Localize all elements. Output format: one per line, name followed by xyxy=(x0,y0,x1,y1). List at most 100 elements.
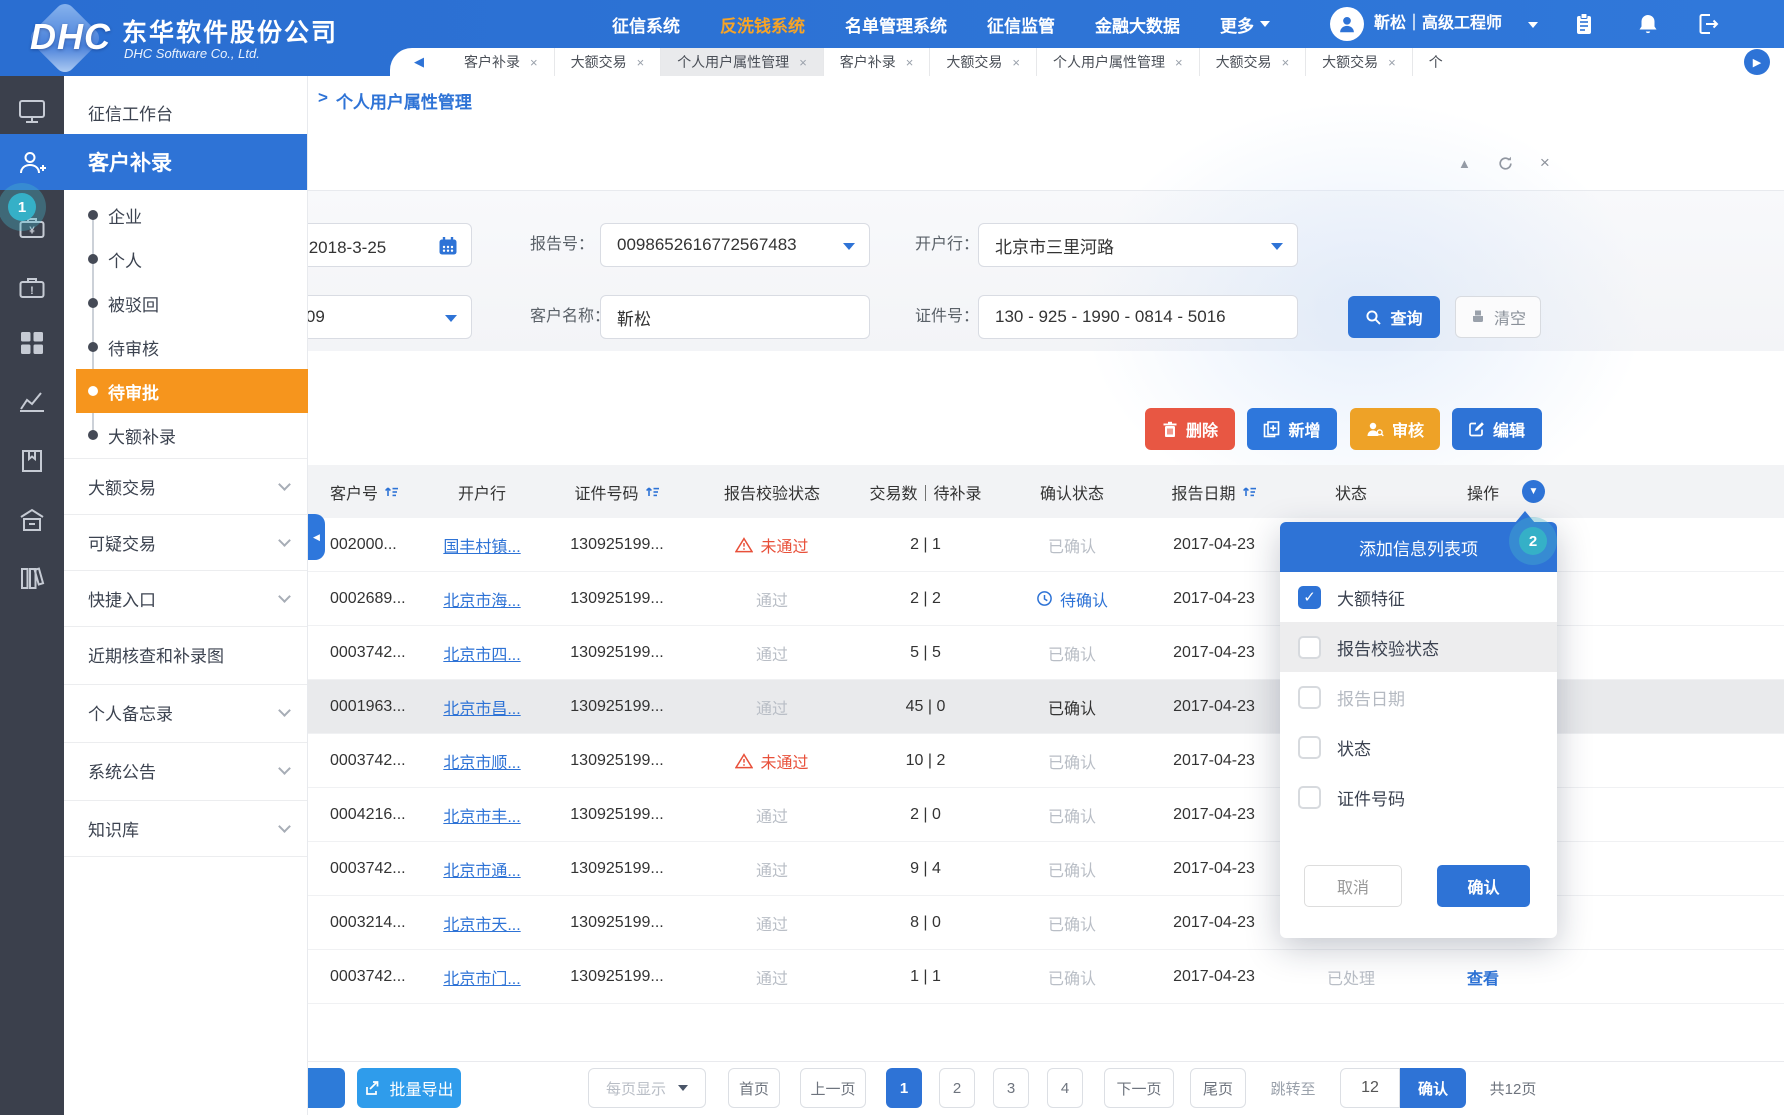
tab-scroll-left-icon[interactable]: ◀ xyxy=(390,48,448,76)
query-button[interactable]: 查询 xyxy=(1348,296,1440,338)
bank-link[interactable]: 北京市顺... xyxy=(443,749,520,773)
bell-icon[interactable] xyxy=(1636,12,1660,36)
menu-sub-enterprise[interactable]: 企业 xyxy=(64,193,307,237)
delete-button[interactable]: 删除 xyxy=(1145,408,1235,450)
table-row[interactable]: 0003742... 北京市四... 130925199... 通过 5 | 5… xyxy=(308,626,1784,680)
tab-large-transaction-2[interactable]: 大额交易× xyxy=(929,48,1036,76)
cell-bank-link[interactable]: 北京市门... xyxy=(423,965,541,989)
audit-button[interactable]: 审核 xyxy=(1350,408,1440,450)
jump-confirm-button[interactable]: 确认 xyxy=(1400,1068,1466,1108)
next-page-button[interactable]: 下一页 xyxy=(1104,1068,1174,1108)
nav-credit-system[interactable]: 征信系统 xyxy=(612,12,680,37)
grid-icon[interactable] xyxy=(17,328,47,358)
bank-select[interactable]: 北京市三里河路 xyxy=(978,223,1298,267)
bank-link[interactable]: 北京市海... xyxy=(443,587,520,611)
batch-export-button[interactable]: 批量导出 xyxy=(357,1068,461,1108)
clear-button[interactable]: 清空 xyxy=(1455,296,1541,338)
bank-link[interactable]: 北京市四... xyxy=(443,641,520,665)
checkbox-icon[interactable] xyxy=(1298,686,1321,709)
close-icon[interactable]: × xyxy=(637,55,645,70)
library-icon[interactable] xyxy=(17,563,47,593)
user-name-role[interactable]: 靳松｜高级工程师 xyxy=(1374,0,1502,48)
table-row[interactable]: 002000... 国丰村镇... 130925199... 未通过 2 | 1… xyxy=(308,518,1784,572)
last-page-button[interactable]: 尾页 xyxy=(1190,1068,1246,1108)
picker-item-report-check[interactable]: 报告校验状态 xyxy=(1280,622,1557,672)
page-1-button[interactable]: 1 xyxy=(886,1068,922,1108)
table-row[interactable]: 0002689... 北京市海... 130925199... 通过 2 | 2… xyxy=(308,572,1784,626)
menu-large-transaction[interactable]: 大额交易 xyxy=(64,458,307,514)
cell-bank-link[interactable]: 北京市通... xyxy=(423,857,541,881)
nav-more[interactable]: 更多 xyxy=(1220,12,1270,37)
menu-quick-entry[interactable]: 快捷入口 xyxy=(64,570,307,626)
monitor-icon[interactable] xyxy=(17,96,47,126)
cell-bank-link[interactable]: 北京市海... xyxy=(423,587,541,611)
table-row[interactable]: 0003742... 北京市顺... 130925199... 未通过 10 |… xyxy=(308,734,1784,788)
customer-name-field[interactable]: 靳松 xyxy=(600,295,870,339)
menu-personal-memo[interactable]: 个人备忘录 xyxy=(64,684,307,740)
sort-icon[interactable] xyxy=(645,484,660,499)
checkbox-icon[interactable] xyxy=(1298,636,1321,659)
avatar[interactable] xyxy=(1330,7,1364,41)
cell-bank-link[interactable]: 北京市四... xyxy=(423,641,541,665)
picker-item-large-feature[interactable]: ✓ 大额特征 xyxy=(1280,572,1557,622)
col-id-no[interactable]: 证件号码 xyxy=(541,480,693,504)
table-row-selected[interactable]: 0001963... 北京市昌... 130925199... 通过 45 | … xyxy=(308,680,1784,734)
tab-large-transaction-4[interactable]: 大额交易× xyxy=(1305,48,1412,76)
confirm-button[interactable]: 确认 xyxy=(1437,865,1530,907)
page-2-button[interactable]: 2 xyxy=(939,1068,975,1108)
close-icon[interactable]: × xyxy=(1388,55,1396,70)
close-icon[interactable]: × xyxy=(799,55,807,70)
table-row[interactable]: 0003214... 北京市天... 130925199... 通过 8 | 0… xyxy=(308,896,1784,950)
close-panel-icon[interactable]: × xyxy=(1540,153,1550,173)
collapse-panel-icon[interactable]: ▲ xyxy=(1458,156,1471,171)
menu-sub-pending-review[interactable]: 待审核 xyxy=(64,325,307,369)
cell-bank-link[interactable]: 国丰村镇... xyxy=(423,533,541,557)
checkbox-checked-icon[interactable]: ✓ xyxy=(1298,586,1321,609)
view-link[interactable]: 查看 xyxy=(1467,965,1499,989)
menu-knowledge-base[interactable]: 知识库 xyxy=(64,800,307,856)
cell-bank-link[interactable]: 北京市昌... xyxy=(423,695,541,719)
tab-personal-user-attr-2[interactable]: 个人用户属性管理× xyxy=(1036,48,1199,76)
tab-personal-user-attr-active[interactable]: 个人用户属性管理× xyxy=(660,48,823,76)
store-icon[interactable] xyxy=(17,505,47,535)
first-page-button[interactable]: 首页 xyxy=(728,1068,780,1108)
menu-sub-large-supplement[interactable]: 大额补录 xyxy=(64,413,307,457)
checkbox-icon[interactable] xyxy=(1298,786,1321,809)
logout-icon[interactable] xyxy=(1696,12,1720,36)
table-row[interactable]: 0004216... 北京市丰... 130925199... 通过 2 | 0… xyxy=(308,788,1784,842)
menu-customer-supplement-active[interactable]: 客户补录 xyxy=(64,134,307,190)
picker-item-report-date[interactable]: 报告日期 xyxy=(1280,672,1557,722)
alert-case-icon[interactable]: ! xyxy=(17,273,47,303)
table-row[interactable]: 0003742... 北京市门... 130925199... 通过 1 | 1… xyxy=(308,950,1784,1004)
close-icon[interactable]: × xyxy=(1282,55,1290,70)
page-4-button[interactable]: 4 xyxy=(1047,1068,1083,1108)
bank-link[interactable]: 北京市昌... xyxy=(443,695,520,719)
menu-suspicious-transaction[interactable]: 可疑交易 xyxy=(64,514,307,570)
nav-list-mgmt-system[interactable]: 名单管理系统 xyxy=(845,12,947,37)
col-report-date[interactable]: 报告日期 xyxy=(1144,480,1284,504)
close-icon[interactable]: × xyxy=(1012,55,1020,70)
cancel-button[interactable]: 取消 xyxy=(1304,865,1402,907)
bank-link[interactable]: 北京市丰... xyxy=(443,803,520,827)
book-icon[interactable] xyxy=(17,446,47,476)
line-chart-icon[interactable] xyxy=(17,385,47,415)
menu-system-notice[interactable]: 系统公告 xyxy=(64,742,307,798)
cell-bank-link[interactable]: 北京市顺... xyxy=(423,749,541,773)
calendar-icon[interactable] xyxy=(437,235,459,257)
nav-financial-bigdata[interactable]: 金融大数据 xyxy=(1095,12,1180,37)
menu-sub-rejected[interactable]: 被驳回 xyxy=(64,281,307,325)
bank-link[interactable]: 国丰村镇... xyxy=(443,533,520,557)
nav-aml-system[interactable]: 反洗钱系统 xyxy=(720,12,805,37)
jump-page-input[interactable]: 12 xyxy=(1340,1068,1400,1108)
close-icon[interactable]: × xyxy=(1175,55,1183,70)
id-no-field[interactable]: 130 - 925 - 1990 - 0814 - 5016 xyxy=(978,295,1298,339)
report-no-select[interactable]: 0098652616772567483 xyxy=(600,223,870,267)
sidebar-collapse-handle[interactable]: ◀ xyxy=(308,514,325,560)
cell-bank-link[interactable]: 北京市天... xyxy=(423,911,541,935)
checkbox-icon[interactable] xyxy=(1298,736,1321,759)
tab-customer-supplement-2[interactable]: 客户补录× xyxy=(823,48,930,76)
sort-icon[interactable] xyxy=(1242,484,1257,499)
breadcrumb-current[interactable]: 个人用户属性管理 xyxy=(336,88,472,113)
col-customer-no[interactable]: 客户号 xyxy=(308,480,423,504)
bank-link[interactable]: 北京市天... xyxy=(443,911,520,935)
